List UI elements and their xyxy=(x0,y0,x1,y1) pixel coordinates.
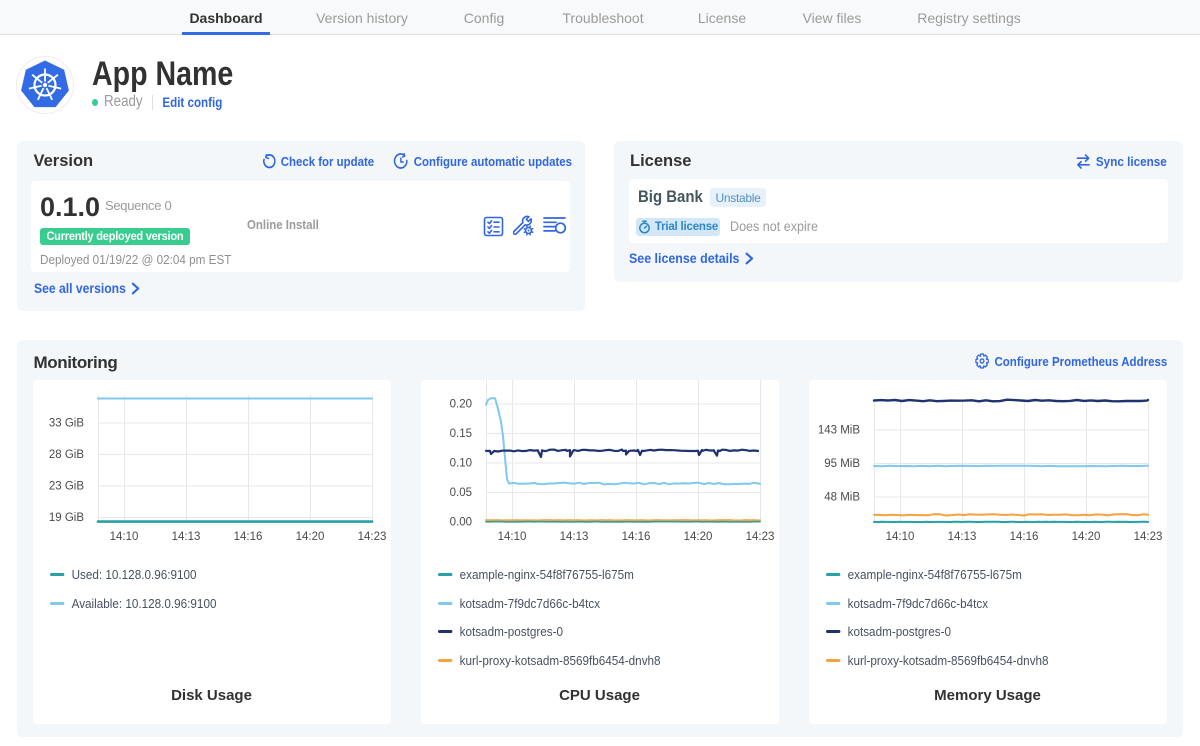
svg-text:14:16: 14:16 xyxy=(1009,531,1038,543)
svg-text:14:10: 14:10 xyxy=(497,531,526,543)
svg-text:0.15: 0.15 xyxy=(449,428,471,440)
svg-text:23 GiB: 23 GiB xyxy=(48,480,83,492)
svg-text:14:13: 14:13 xyxy=(171,531,200,543)
svg-text:19 GiB: 19 GiB xyxy=(48,512,83,524)
svg-text:0.00: 0.00 xyxy=(449,516,471,528)
svg-text:14:13: 14:13 xyxy=(947,531,976,543)
svg-text:14:10: 14:10 xyxy=(109,531,138,543)
svg-text:14:23: 14:23 xyxy=(357,531,386,543)
svg-text:95 MiB: 95 MiB xyxy=(824,458,860,470)
svg-text:0.10: 0.10 xyxy=(449,457,471,469)
svg-text:14:16: 14:16 xyxy=(233,531,262,543)
svg-text:143 MiB: 143 MiB xyxy=(817,424,860,436)
svg-text:28 GiB: 28 GiB xyxy=(48,449,83,461)
svg-text:14:23: 14:23 xyxy=(1133,531,1162,543)
svg-text:14:16: 14:16 xyxy=(621,531,650,543)
svg-text:48 MiB: 48 MiB xyxy=(824,491,860,503)
svg-text:0.05: 0.05 xyxy=(449,487,471,499)
svg-text:14:10: 14:10 xyxy=(885,531,914,543)
svg-text:14:20: 14:20 xyxy=(683,531,712,543)
svg-text:14:13: 14:13 xyxy=(559,531,588,543)
svg-text:14:20: 14:20 xyxy=(295,531,324,543)
svg-text:0.20: 0.20 xyxy=(449,398,471,410)
svg-text:14:23: 14:23 xyxy=(745,531,774,543)
svg-text:14:20: 14:20 xyxy=(1071,531,1100,543)
svg-text:33 GiB: 33 GiB xyxy=(48,417,83,429)
